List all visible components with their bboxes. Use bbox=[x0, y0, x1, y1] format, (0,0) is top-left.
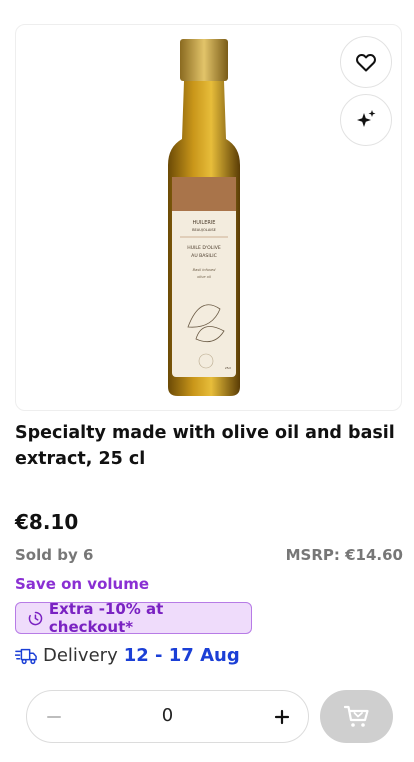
increase-quantity-button[interactable] bbox=[255, 691, 308, 742]
heart-icon bbox=[356, 54, 376, 72]
save-on-volume-link[interactable]: Save on volume bbox=[15, 575, 149, 593]
sold-by-count: Sold by 6 bbox=[15, 546, 94, 564]
promo-badge: Extra -10% at checkout* bbox=[15, 600, 252, 636]
quantity-value[interactable]: 0 bbox=[87, 705, 248, 726]
sparkle-icon bbox=[357, 110, 376, 127]
label-brand: HUILERIE bbox=[193, 220, 216, 226]
cart-icon bbox=[343, 705, 369, 727]
minus-icon bbox=[46, 715, 61, 718]
promo-label: Extra -10% at checkout* bbox=[48, 600, 164, 636]
product-image: HUILERIE BEAUJOLAISE HUILE D'OLIVE AU BA… bbox=[168, 39, 240, 396]
delivery-info: Delivery 12 - 17 Aug bbox=[15, 645, 240, 666]
delivery-label: Delivery bbox=[43, 645, 118, 666]
msrp-price: MSRP: €14.60 bbox=[285, 546, 403, 564]
add-to-cart-button[interactable] bbox=[320, 690, 393, 743]
quantity-stepper: 0 bbox=[26, 690, 309, 743]
product-image-card[interactable]: HUILERIE BEAUJOLAISE HUILE D'OLIVE AU BA… bbox=[15, 24, 402, 411]
label-desc-2: olive oil bbox=[197, 275, 211, 279]
favorite-button[interactable] bbox=[340, 36, 392, 88]
label-volume: 25cl bbox=[225, 366, 231, 370]
product-price: €8.10 bbox=[15, 510, 79, 534]
product-title: Specialty made with olive oil and basil … bbox=[15, 423, 395, 469]
delivery-dates: 12 - 17 Aug bbox=[123, 645, 240, 666]
plus-icon bbox=[274, 709, 289, 724]
delivery-truck-icon bbox=[15, 648, 37, 664]
label-name-1: HUILE D'OLIVE bbox=[187, 245, 221, 251]
decrease-quantity-button[interactable] bbox=[27, 691, 80, 742]
label-brand-sub: BEAUJOLAISE bbox=[192, 228, 217, 232]
label-name-2: AU BASILIC bbox=[191, 253, 217, 259]
clock-icon bbox=[28, 611, 43, 625]
label-desc-1: Basil infused bbox=[193, 268, 217, 272]
ai-assistant-button[interactable] bbox=[340, 94, 392, 146]
